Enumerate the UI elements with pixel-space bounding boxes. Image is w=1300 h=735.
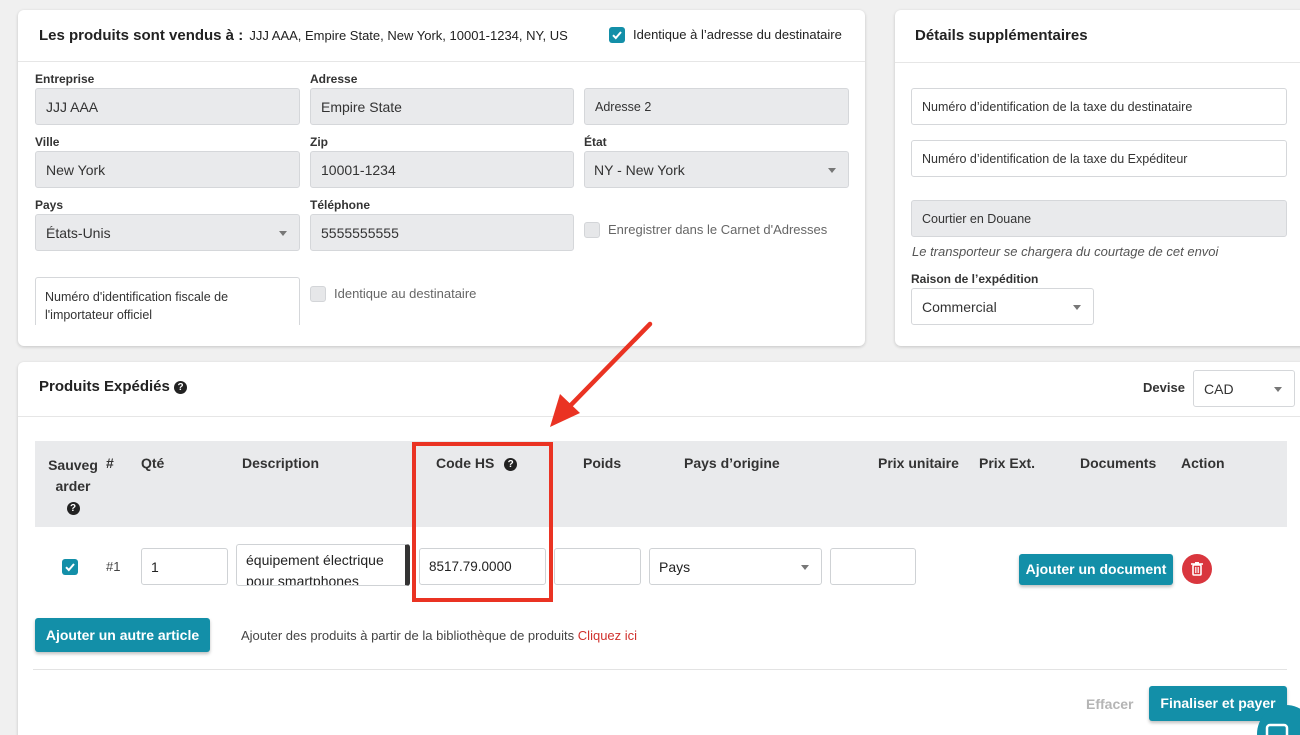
- origin-select[interactable]: Pays: [649, 548, 822, 585]
- description-line: pour smartphones: [246, 573, 359, 586]
- currency-label: Devise: [1143, 380, 1185, 395]
- chevron-down-icon: [279, 231, 287, 236]
- col-description: Description: [242, 455, 320, 471]
- unit-price-input[interactable]: [830, 548, 916, 585]
- annotation-arrow-icon: [550, 321, 653, 427]
- currency-value: CAD: [1204, 381, 1234, 397]
- col-unit-price: Prix unitaire: [878, 455, 959, 471]
- identical-recipient-label: Identique au destinataire: [334, 286, 477, 301]
- country-value: États-Unis: [46, 225, 111, 241]
- country-select[interactable]: États-Unis: [35, 214, 300, 251]
- importer-tax-id-field[interactable]: Numéro d'identification fiscale de l'imp…: [35, 277, 300, 325]
- sold-to-divider: [18, 61, 865, 62]
- description-input[interactable]: équipement électrique pour smartphones: [236, 544, 410, 586]
- save-row-checkbox[interactable]: [62, 559, 78, 575]
- chevron-down-icon: [801, 565, 809, 570]
- qty-input[interactable]: 1: [141, 548, 228, 585]
- add-item-button[interactable]: Ajouter un autre article: [35, 618, 210, 652]
- footer-divider: [33, 669, 1287, 670]
- library-text: Ajouter des produits à partir de la bibl…: [241, 628, 638, 643]
- products-title: Produits Expédiés ?: [39, 378, 188, 395]
- identical-recipient-checkbox[interactable]: [310, 286, 326, 302]
- col-num: #: [106, 455, 114, 471]
- chevron-down-icon: [828, 168, 836, 173]
- col-qty: Qté: [141, 455, 165, 471]
- col-action: Action: [1181, 455, 1225, 471]
- broker-note: Le transporteur se chargera du courtage …: [912, 244, 1219, 259]
- trash-icon: [1191, 562, 1203, 576]
- col-save: Sauveg arder ?: [48, 457, 98, 515]
- city-label: Ville: [35, 135, 60, 149]
- table-header: [35, 441, 1287, 527]
- highlight-box: [412, 442, 553, 602]
- chevron-down-icon: [1073, 305, 1081, 310]
- country-label: Pays: [35, 198, 64, 212]
- add-document-button[interactable]: Ajouter un document: [1019, 554, 1173, 585]
- row-number: #1: [106, 559, 121, 574]
- reason-label: Raison de l’expédition: [911, 272, 1039, 286]
- company-field[interactable]: JJJ AAA: [35, 88, 300, 125]
- chat-icon: [1265, 723, 1289, 735]
- reason-value: Commercial: [922, 299, 997, 315]
- weight-input[interactable]: [554, 548, 641, 585]
- address-field[interactable]: Empire State: [310, 88, 574, 125]
- help-icon[interactable]: ?: [66, 502, 80, 515]
- col-documents: Documents: [1080, 455, 1157, 471]
- clear-button[interactable]: Effacer: [1086, 696, 1133, 712]
- address2-field[interactable]: Adresse 2: [584, 88, 849, 125]
- zip-label: Zip: [310, 135, 328, 149]
- company-label: Entreprise: [35, 72, 95, 86]
- library-link[interactable]: Cliquez ici: [578, 628, 637, 643]
- address-label: Adresse: [310, 72, 358, 86]
- delete-button[interactable]: [1182, 554, 1212, 584]
- save-address-book-label: Enregistrer dans le Carnet d'Adresses: [608, 222, 828, 237]
- customs-broker-field[interactable]: Courtier en Douane: [911, 200, 1287, 237]
- phone-field[interactable]: 5555555555: [310, 214, 574, 251]
- help-icon[interactable]: ?: [174, 381, 188, 394]
- description-line: équipement électrique: [246, 552, 384, 568]
- importer-tax-id-placeholder: Numéro d'identification fiscale de l'imp…: [45, 290, 229, 322]
- phone-label: Téléphone: [310, 198, 371, 212]
- col-ext-price: Prix Ext.: [979, 455, 1036, 471]
- recipient-tax-id-field[interactable]: Numéro d’identification de la taxe du de…: [911, 88, 1287, 125]
- details-card: Détails supplémentaires Numéro d’identif…: [895, 10, 1300, 346]
- col-origin: Pays d’origine: [684, 455, 780, 471]
- save-address-book-checkbox[interactable]: [584, 222, 600, 238]
- reason-select[interactable]: Commercial: [911, 288, 1094, 325]
- currency-select[interactable]: CAD: [1193, 370, 1295, 407]
- details-title: Détails supplémentaires: [915, 27, 1088, 44]
- col-weight: Poids: [583, 455, 622, 471]
- sold-to-title: Les produits sont vendus à : JJJ AAA, Em…: [39, 27, 568, 44]
- state-value: NY - New York: [594, 162, 685, 178]
- state-select[interactable]: NY - New York: [584, 151, 849, 188]
- sold-to-card: Les produits sont vendus à : JJJ AAA, Em…: [18, 10, 865, 346]
- details-divider: [895, 62, 1300, 63]
- same-as-recipient-label: Identique à l’adresse du destinataire: [633, 27, 842, 42]
- sold-to-address-summary: JJJ AAA, Empire State, New York, 10001-1…: [249, 28, 568, 43]
- shipper-tax-id-field[interactable]: Numéro d’identification de la taxe du Ex…: [911, 140, 1287, 177]
- origin-value: Pays: [659, 559, 691, 575]
- city-field[interactable]: New York: [35, 151, 300, 188]
- chevron-down-icon: [1274, 387, 1282, 392]
- state-label: État: [584, 135, 607, 149]
- same-as-recipient-checkbox[interactable]: [609, 27, 625, 43]
- zip-field[interactable]: 10001-1234: [310, 151, 574, 188]
